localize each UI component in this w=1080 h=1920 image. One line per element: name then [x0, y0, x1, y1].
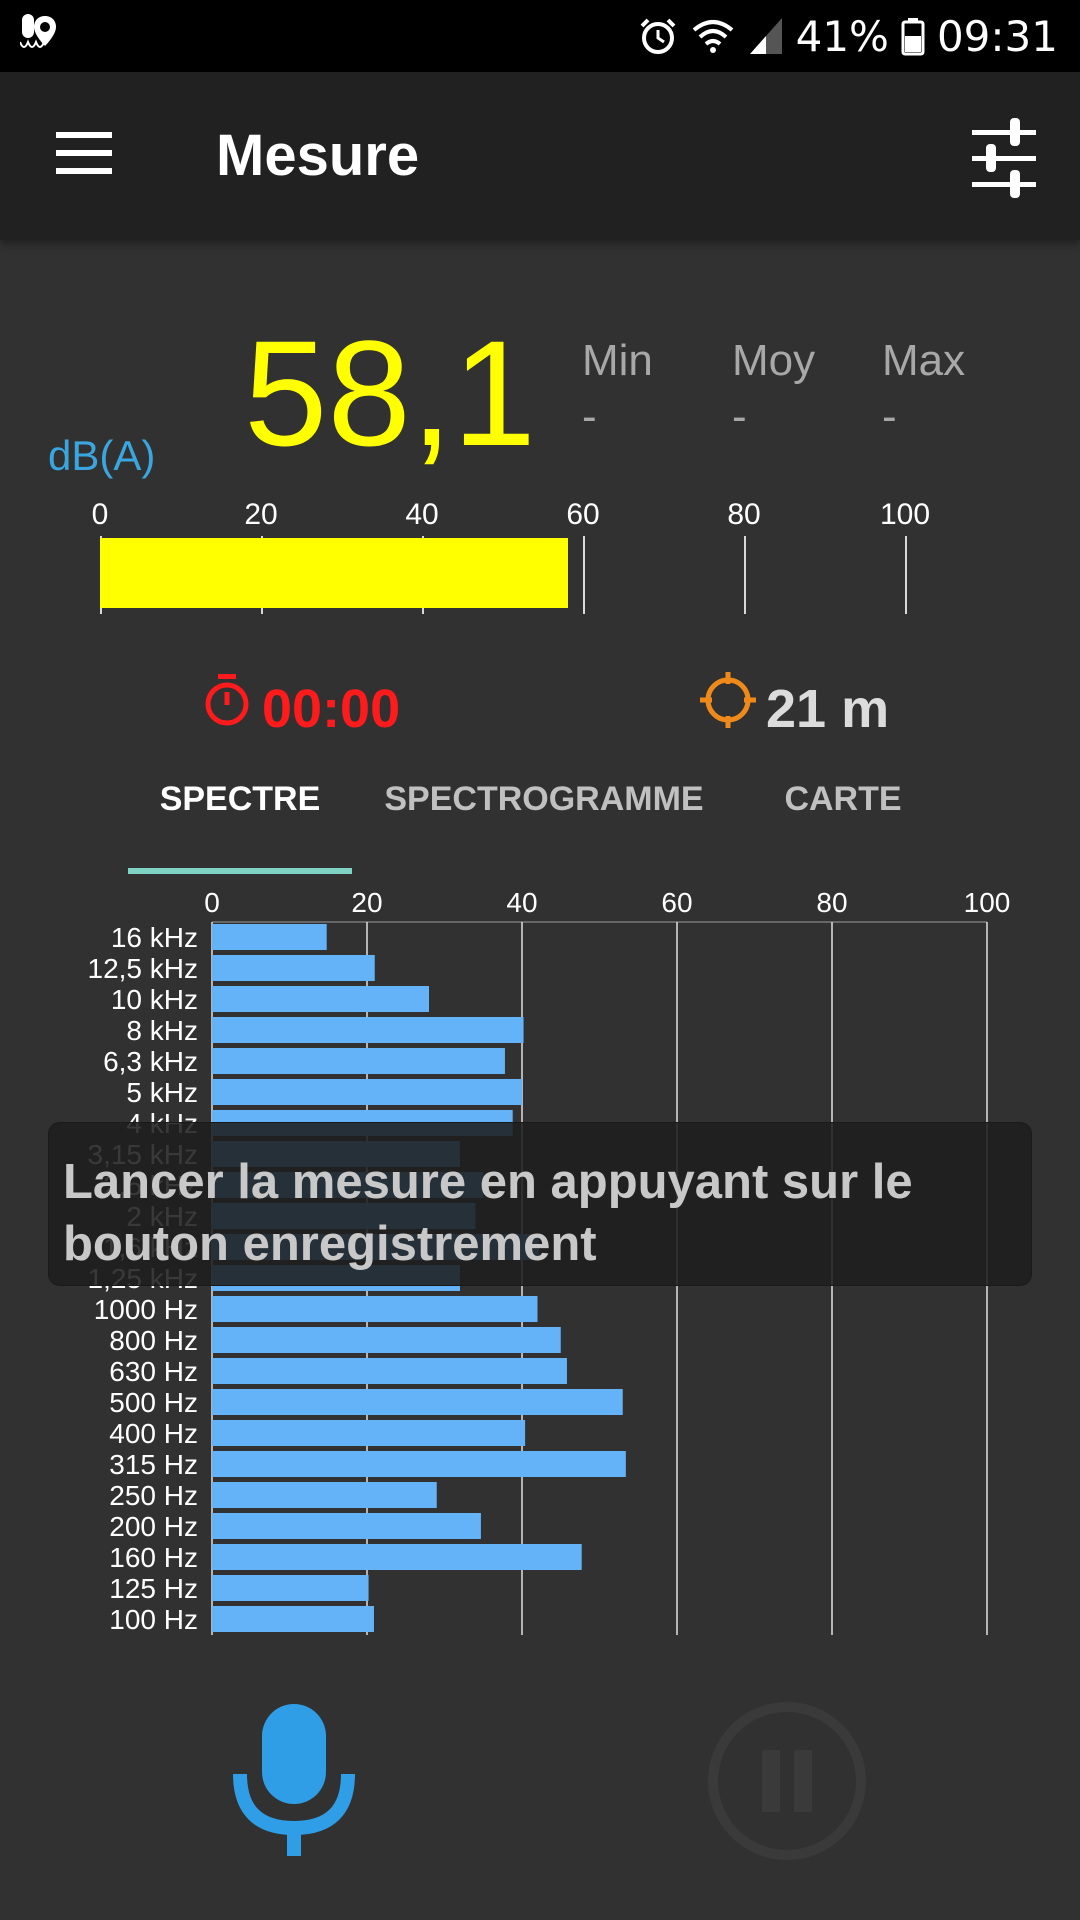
- stat-avg-value: -: [732, 392, 747, 441]
- spectrum-category-label: 500 Hz: [109, 1387, 198, 1418]
- battery-icon: [901, 18, 925, 56]
- level-scale-tick-label: 80: [727, 498, 761, 531]
- spectrum-category-label: 200 Hz: [109, 1511, 198, 1542]
- stat-min-value: -: [582, 392, 597, 441]
- spectrum-category-label: 6,3 kHz: [103, 1046, 198, 1077]
- level-scale-tick: [583, 536, 585, 614]
- toast-message: Lancer la mesure en appuyant sur le bout…: [48, 1122, 1032, 1286]
- spectrum-bar: [212, 1358, 567, 1384]
- spectrum-bar: [212, 1451, 626, 1477]
- spectrum-bar: [212, 1389, 623, 1415]
- page-title: Mesure: [216, 123, 420, 188]
- stopwatch-icon: [205, 674, 249, 726]
- spectrum-bar: [212, 1606, 374, 1632]
- spectrum-bar: [212, 1048, 505, 1074]
- spectrum-tick-label: 40: [506, 887, 537, 918]
- spectrum-bar: [212, 1482, 437, 1508]
- current-level-value: 58,1: [244, 309, 536, 477]
- level-scale-tick-label: 0: [91, 498, 109, 531]
- spectrum-tick-label: 100: [964, 887, 1011, 918]
- level-scale-tick-label: 20: [244, 498, 278, 531]
- stat-max: Max -: [882, 336, 1022, 442]
- menu-button[interactable]: [40, 116, 130, 196]
- toast-line: Lancer la mesure en appuyant sur le: [63, 1155, 913, 1209]
- spectrum-bar: [212, 1513, 481, 1539]
- level-bar-fill: [100, 538, 568, 608]
- settings-button[interactable]: [962, 116, 1046, 200]
- spectrum-tick-label: 0: [204, 887, 220, 918]
- gps-accuracy-value: 21 m: [766, 679, 890, 739]
- stat-max-label: Max: [882, 336, 966, 385]
- hamburger-menu-icon: [56, 132, 112, 174]
- location-notification-icon: [34, 16, 56, 46]
- spectrum-category-label: 100 Hz: [109, 1604, 198, 1635]
- spectrum-bar: [212, 1327, 561, 1353]
- spectrum-bar: [212, 1017, 524, 1043]
- spectrum-category-label: 10 kHz: [111, 984, 198, 1015]
- spectrum-category-label: 8 kHz: [126, 1015, 198, 1046]
- spectrum-bar: [212, 1575, 369, 1601]
- clock: 09:31: [936, 11, 1058, 61]
- app-bar: Mesure: [0, 72, 1080, 240]
- stat-avg-label: Moy: [732, 336, 816, 385]
- cell-signal-icon: [749, 18, 782, 54]
- alarm-icon: [640, 18, 676, 54]
- spectrum-bar: [212, 924, 327, 950]
- microphone-icon: [233, 1704, 355, 1856]
- wifi-icon: [692, 20, 733, 53]
- timer: 00:00: [202, 660, 400, 740]
- spectrum-bar: [212, 955, 375, 981]
- spectrum-tick-label: 20: [351, 887, 382, 918]
- pause-button[interactable]: [706, 1700, 868, 1862]
- spectrum-category-label: 12,5 kHz: [88, 953, 199, 984]
- tab-spectre[interactable]: SPECTRE: [160, 780, 321, 819]
- spectrum-bar: [212, 1296, 538, 1322]
- record-button[interactable]: [232, 1700, 356, 1860]
- timer-value: 00:00: [262, 679, 401, 739]
- stat-max-value: -: [882, 392, 897, 441]
- level-scale-tick-label: 100: [879, 498, 931, 531]
- spectrum-category-label: 5 kHz: [126, 1077, 198, 1108]
- spectrum-tick-label: 60: [661, 887, 692, 918]
- unit-label: dB(A): [48, 432, 156, 479]
- level-scale-tick-label: 40: [405, 498, 439, 531]
- spectrum-category-label: 16 kHz: [111, 922, 198, 953]
- spectrum-tick-label: 80: [816, 887, 847, 918]
- gps-accuracy: 21 m: [698, 660, 889, 740]
- spectrum-bar: [212, 1544, 582, 1570]
- level-scale-tick: [744, 536, 746, 614]
- level-scale-tick: [905, 536, 907, 614]
- status-bar: 41% 09:31: [0, 0, 1080, 72]
- spectrum-category-label: 1000 Hz: [94, 1294, 198, 1325]
- battery-percent: 41%: [795, 11, 889, 61]
- spectrum-bar: [212, 1420, 526, 1446]
- spectrum-bar: [212, 986, 429, 1012]
- spectrum-category-label: 315 Hz: [109, 1449, 198, 1480]
- sliders-settings-icon: [972, 118, 1036, 198]
- pause-icon: [708, 1702, 866, 1860]
- tab-spectrogramme[interactable]: SPECTROGRAMME: [384, 780, 703, 819]
- level-scale-tick-label: 60: [566, 498, 600, 531]
- stat-min-label: Min: [582, 336, 653, 385]
- spectrum-category-label: 160 Hz: [109, 1542, 198, 1573]
- spectrum-category-label: 400 Hz: [109, 1418, 198, 1449]
- spectrum-category-label: 125 Hz: [109, 1573, 198, 1604]
- tab-selected-indicator: [128, 868, 352, 874]
- gps-crosshair-icon: [700, 672, 756, 728]
- spectrum-category-label: 800 Hz: [109, 1325, 198, 1356]
- spectrum-bar: [212, 1079, 522, 1105]
- spectrum-category-label: 630 Hz: [109, 1356, 198, 1387]
- tab-carte[interactable]: CARTE: [784, 780, 901, 819]
- stat-min: Min -: [582, 336, 722, 442]
- spectrum-category-label: 250 Hz: [109, 1480, 198, 1511]
- toast-line: bouton enregistrement: [63, 1217, 597, 1271]
- stat-avg: Moy -: [732, 336, 872, 442]
